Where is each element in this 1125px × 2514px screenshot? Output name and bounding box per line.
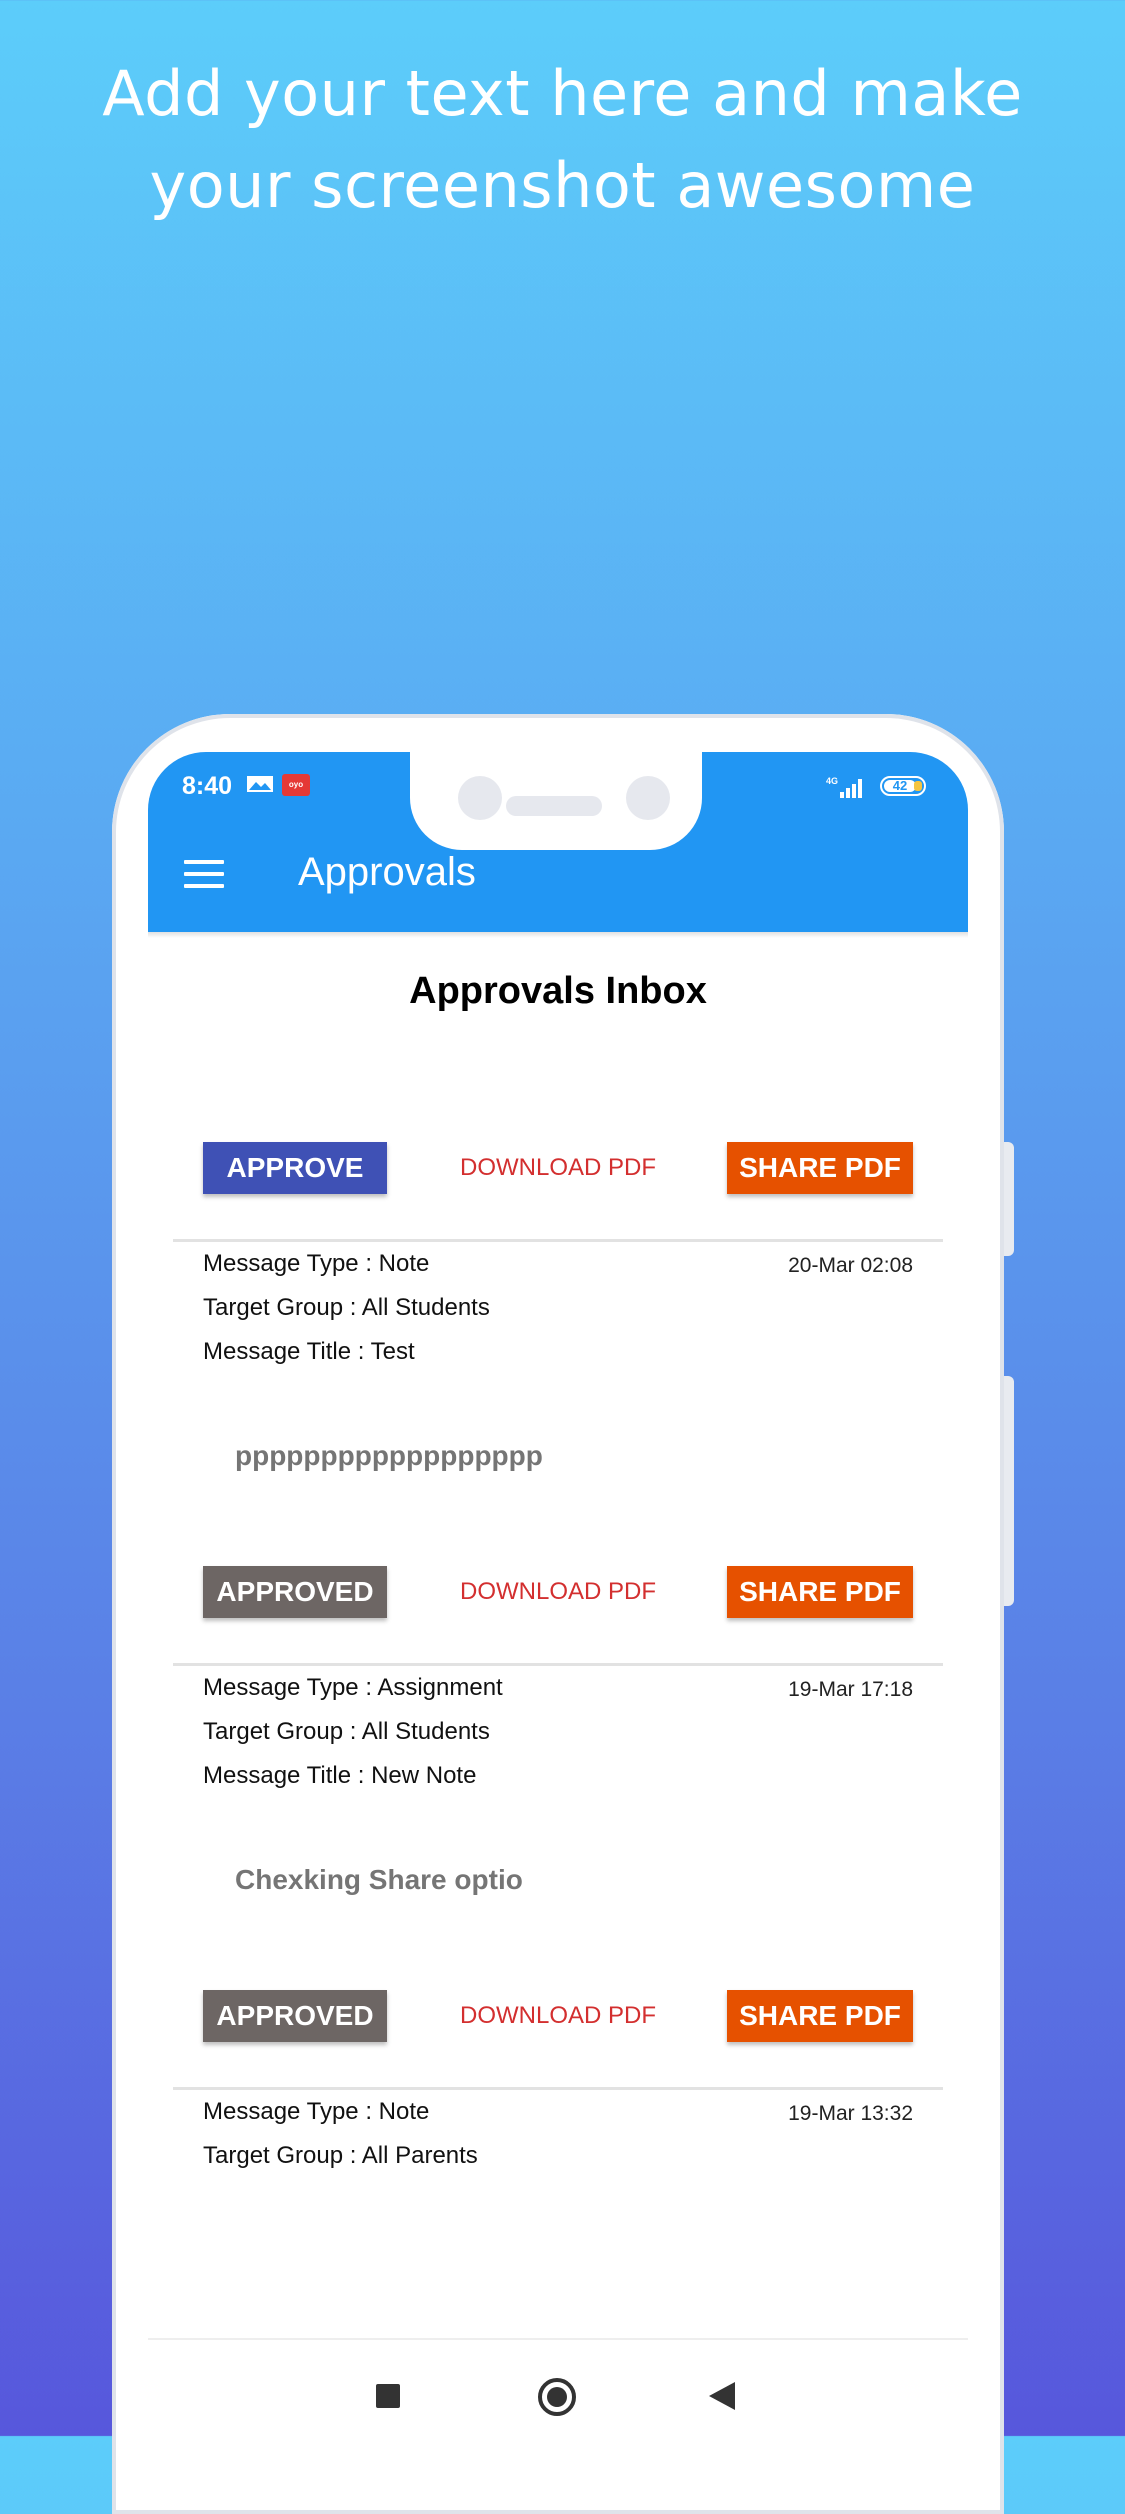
phone-side-button-upper	[1004, 1142, 1014, 1256]
camera-notch	[410, 752, 702, 850]
status-time: 8:40	[182, 772, 233, 800]
front-camera-icon	[458, 776, 502, 820]
approve-button[interactable]: APPROVE	[203, 1142, 387, 1194]
app-bar: 8:40 oyo 4G 42 Approvals	[148, 752, 968, 932]
share-pdf-button[interactable]: SHARE PDF	[727, 1142, 913, 1194]
message-type: Message Type : Assignment	[203, 1674, 503, 1701]
approved-button[interactable]: APPROVED	[203, 1566, 387, 1618]
target-group: Target Group : All Students	[203, 1718, 490, 1745]
message-type: Message Type : Note	[203, 1250, 430, 1277]
hamburger-menu-icon[interactable]	[184, 860, 224, 888]
download-pdf-link[interactable]: DOWNLOAD PDF	[448, 1990, 668, 2042]
message-date: 20-Mar 02:08	[788, 1254, 913, 1277]
phone-screen: 8:40 oyo 4G 42 Approvals Approvals Inbox…	[148, 752, 968, 2436]
oyo-notification-icon: oyo	[282, 774, 310, 796]
message-date: 19-Mar 13:32	[788, 2102, 913, 2125]
photo-notification-icon	[247, 776, 273, 792]
promo-headline: Add your text here and make your screens…	[0, 48, 1125, 232]
promo-line-1: Add your text here and make	[102, 57, 1023, 130]
message-body: Chexking Share optio	[235, 1864, 523, 1895]
message-title: Message Title : Test	[203, 1338, 415, 1365]
battery-icon: 42	[880, 776, 926, 796]
sensor-icon	[626, 776, 670, 820]
message-divider	[173, 2087, 943, 2090]
share-pdf-button[interactable]: SHARE PDF	[727, 1566, 913, 1618]
triangle-back-icon[interactable]	[709, 2382, 735, 2410]
download-pdf-link[interactable]: DOWNLOAD PDF	[448, 1566, 668, 1618]
message-title: Message Title : New Note	[203, 1762, 477, 1789]
earpiece-speaker	[506, 796, 602, 816]
battery-level: 42	[892, 778, 908, 793]
approved-button[interactable]: APPROVED	[203, 1990, 387, 2042]
network-type-label: 4G	[826, 776, 838, 786]
message-divider	[173, 1239, 943, 1242]
message-body: pppppppppppppppppp	[235, 1440, 543, 1471]
message-date: 19-Mar 17:18	[788, 1678, 913, 1701]
download-pdf-link[interactable]: DOWNLOAD PDF	[448, 1142, 668, 1194]
phone-side-button-lower	[1004, 1376, 1014, 1606]
app-bar-shadow	[148, 932, 968, 938]
message-divider	[173, 1663, 943, 1666]
circle-home-icon[interactable]	[538, 2378, 576, 2416]
page-title: Approvals Inbox	[409, 970, 707, 1012]
promo-line-2: your screenshot awesome	[149, 149, 976, 222]
target-group: Target Group : All Students	[203, 1294, 490, 1321]
target-group: Target Group : All Parents	[203, 2142, 478, 2169]
square-recents-icon[interactable]	[376, 2384, 400, 2408]
app-bar-title: Approvals	[298, 850, 476, 894]
message-type: Message Type : Note	[203, 2098, 430, 2125]
system-nav-bar	[148, 2338, 968, 2436]
signal-icon: 4G	[826, 776, 862, 798]
share-pdf-button[interactable]: SHARE PDF	[727, 1990, 913, 2042]
